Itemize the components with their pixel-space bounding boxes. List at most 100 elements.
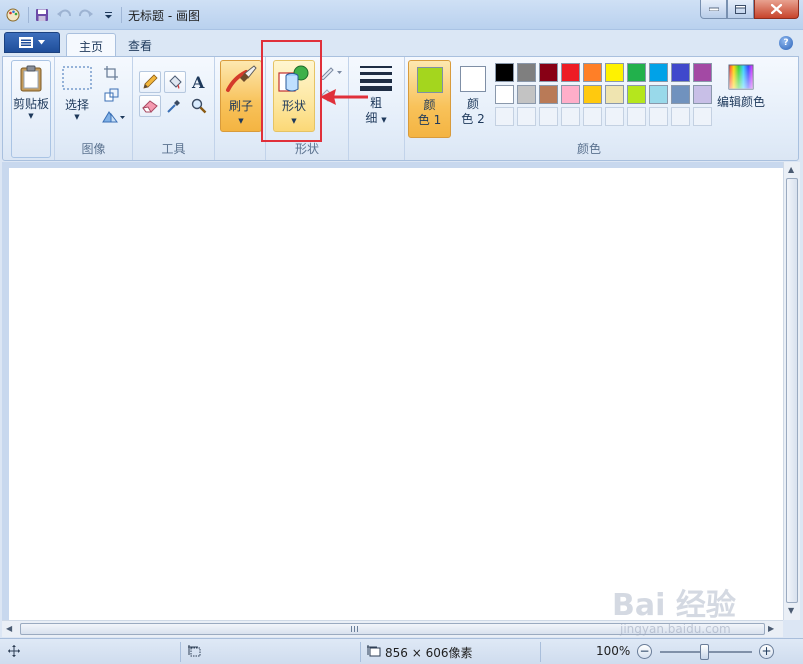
palette-color-swatch[interactable] bbox=[693, 63, 712, 82]
vertical-scroll-thumb[interactable] bbox=[786, 178, 798, 603]
cursor-position-icon bbox=[8, 645, 20, 657]
palette-color-swatch[interactable] bbox=[649, 85, 668, 104]
edit-colors-label: 编辑颜色 bbox=[716, 95, 765, 109]
maximize-button[interactable] bbox=[727, 0, 754, 19]
status-separator bbox=[540, 642, 541, 662]
zoom-in-button[interactable]: + bbox=[759, 644, 774, 659]
scroll-up-icon[interactable]: ▲ bbox=[788, 165, 794, 174]
palette-custom-swatch[interactable] bbox=[671, 107, 690, 126]
red-arrow-icon bbox=[320, 89, 368, 105]
size-label-top: 粗 bbox=[369, 96, 382, 110]
resize-icon[interactable] bbox=[101, 85, 121, 105]
palette-color-swatch[interactable] bbox=[561, 63, 580, 82]
palette-color-swatch[interactable] bbox=[671, 85, 690, 104]
maximize-icon bbox=[735, 4, 746, 14]
status-separator bbox=[180, 642, 181, 662]
ribbon-tabs: 主页 查看 ? bbox=[0, 30, 803, 57]
redo-icon[interactable] bbox=[77, 6, 95, 24]
zoom-slider-thumb[interactable] bbox=[700, 644, 709, 660]
qat-separator bbox=[121, 7, 122, 23]
zoom-out-button[interactable]: − bbox=[637, 644, 652, 659]
color2-label-top: 颜 bbox=[466, 97, 479, 111]
color1-button[interactable]: 颜 色 1 bbox=[408, 60, 451, 138]
help-icon[interactable]: ? bbox=[779, 36, 793, 50]
palette-color-swatch[interactable] bbox=[649, 63, 668, 82]
rotate-icon[interactable] bbox=[101, 107, 127, 127]
menu-icon bbox=[19, 37, 33, 48]
brushes-label: 刷子 bbox=[228, 99, 253, 113]
color-picker-icon[interactable] bbox=[164, 96, 184, 116]
svg-text:A: A bbox=[191, 74, 205, 90]
palette-color-swatch[interactable] bbox=[539, 85, 558, 104]
minimize-button[interactable] bbox=[700, 0, 727, 19]
palette-color-swatch[interactable] bbox=[583, 85, 602, 104]
palette-custom-swatch[interactable] bbox=[605, 107, 624, 126]
status-bar: 856 × 606像素 100% − + bbox=[0, 638, 803, 664]
paint-app-icon[interactable] bbox=[5, 7, 21, 23]
paint-menu-button[interactable] bbox=[4, 32, 60, 53]
save-icon[interactable] bbox=[33, 6, 51, 24]
clipboard-label: 剪贴板 bbox=[12, 97, 49, 111]
crop-icon[interactable] bbox=[101, 63, 121, 83]
palette-custom-swatch[interactable] bbox=[517, 107, 536, 126]
baidu-jingyan-watermark: Bai 经验 jingyan.baidu.com bbox=[612, 578, 762, 640]
scroll-right-icon[interactable]: ▶ bbox=[768, 624, 774, 633]
palette-color-swatch[interactable] bbox=[627, 85, 646, 104]
palette-custom-swatch[interactable] bbox=[495, 107, 514, 126]
palette-color-swatch[interactable] bbox=[605, 63, 624, 82]
group-clipboard: 剪贴板 ▼ bbox=[3, 57, 55, 160]
ribbon: 剪贴板 ▼ 选择 ▼ 图像 A 工具 刷子 ▼ 形状 形状 ▼ 粗 细 ▼ 颜色… bbox=[2, 56, 799, 161]
scroll-down-icon[interactable]: ▼ bbox=[788, 606, 794, 615]
drawing-canvas[interactable] bbox=[9, 168, 783, 620]
watermark-brand: Bai 经验 bbox=[612, 588, 736, 623]
edit-colors-button[interactable]: 编辑颜色 bbox=[713, 60, 769, 132]
text-tool-icon[interactable]: A bbox=[189, 72, 209, 92]
chevron-down-icon: ▼ bbox=[74, 113, 80, 121]
eraser-icon[interactable] bbox=[139, 95, 161, 117]
select-button[interactable]: 选择 ▼ bbox=[61, 60, 93, 132]
palette-color-swatch[interactable] bbox=[539, 63, 558, 82]
highlight-box bbox=[261, 40, 322, 142]
qat-separator bbox=[28, 7, 29, 23]
palette-custom-swatch[interactable] bbox=[649, 107, 668, 126]
palette-custom-swatch[interactable] bbox=[693, 107, 712, 126]
status-separator bbox=[360, 642, 361, 662]
palette-color-swatch[interactable] bbox=[517, 63, 536, 82]
selection-size-icon bbox=[188, 645, 201, 657]
palette-color-swatch[interactable] bbox=[627, 63, 646, 82]
scroll-left-icon[interactable]: ◀ bbox=[6, 624, 12, 633]
palette-custom-swatch[interactable] bbox=[539, 107, 558, 126]
vertical-scrollbar[interactable]: ▲ ▼ bbox=[783, 162, 800, 620]
close-icon bbox=[771, 4, 782, 14]
watermark-url: jingyan.baidu.com bbox=[620, 622, 731, 636]
tab-home[interactable]: 主页 bbox=[66, 33, 117, 57]
undo-icon[interactable] bbox=[55, 6, 73, 24]
color1-swatch bbox=[416, 67, 443, 93]
palette-color-swatch[interactable] bbox=[517, 85, 536, 104]
palette-color-swatch[interactable] bbox=[605, 85, 624, 104]
palette-color-swatch[interactable] bbox=[671, 63, 690, 82]
palette-custom-swatch[interactable] bbox=[561, 107, 580, 126]
magnifier-icon[interactable] bbox=[189, 96, 209, 116]
group-size: 粗 细 ▼ bbox=[349, 57, 405, 160]
tab-view[interactable]: 查看 bbox=[116, 33, 164, 56]
pencil-icon[interactable] bbox=[139, 71, 161, 93]
palette-color-swatch[interactable] bbox=[495, 85, 514, 104]
fill-bucket-icon[interactable] bbox=[164, 71, 186, 93]
palette-color-swatch[interactable] bbox=[693, 85, 712, 104]
palette-color-swatch[interactable] bbox=[561, 85, 580, 104]
palette-color-swatch[interactable] bbox=[583, 63, 602, 82]
brushes-button[interactable]: 刷子 ▼ bbox=[220, 60, 262, 132]
palette-custom-swatch[interactable] bbox=[627, 107, 646, 126]
palette-color-swatch[interactable] bbox=[495, 63, 514, 82]
palette-custom-swatch[interactable] bbox=[583, 107, 602, 126]
select-label: 选择 bbox=[64, 98, 89, 112]
window-controls bbox=[700, 0, 799, 19]
quick-access-toolbar bbox=[28, 6, 122, 24]
color2-button[interactable]: 颜 色 2 bbox=[455, 60, 491, 138]
customize-qat-chevron-icon[interactable] bbox=[99, 6, 117, 24]
color1-label-top: 颜 bbox=[423, 98, 436, 112]
chevron-down-icon bbox=[38, 40, 45, 45]
clipboard-button[interactable]: 剪贴板 ▼ bbox=[11, 60, 51, 158]
close-button[interactable] bbox=[754, 0, 799, 19]
